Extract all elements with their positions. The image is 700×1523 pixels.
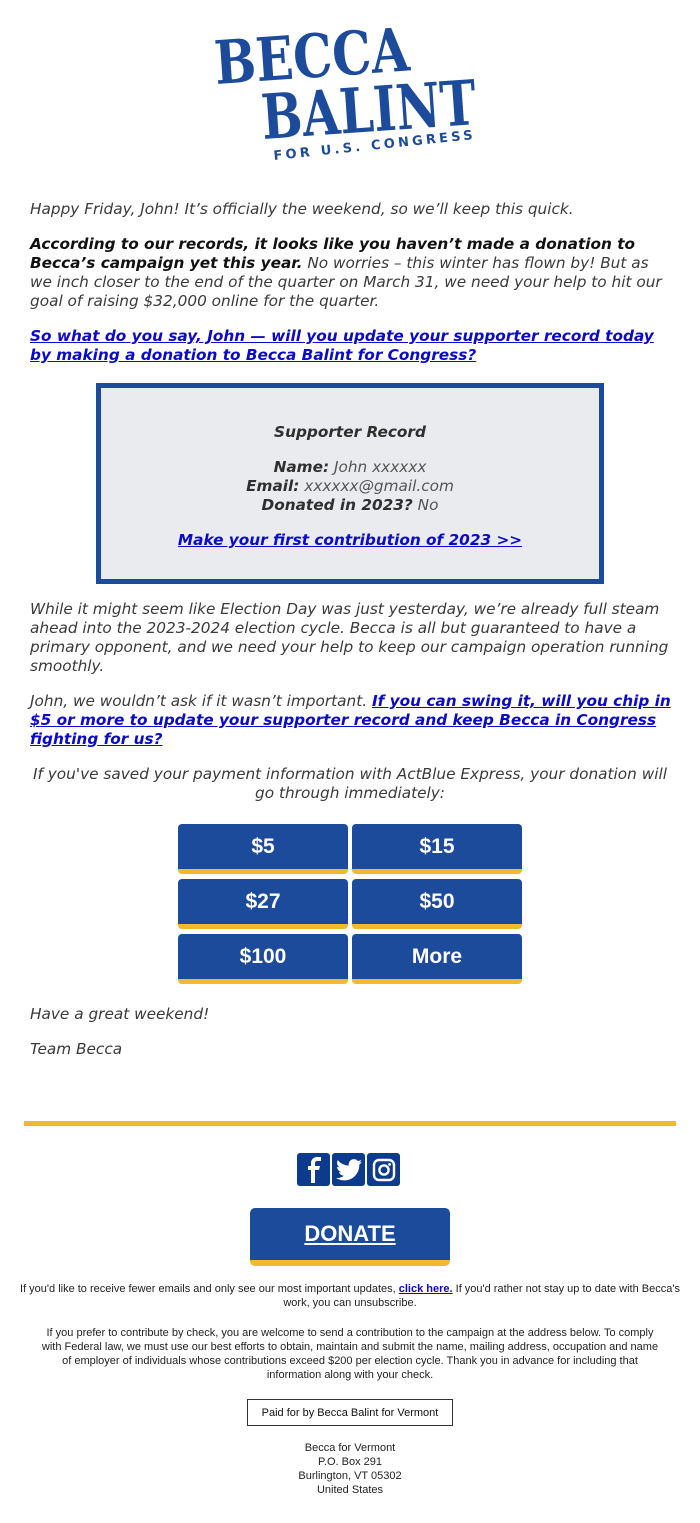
mailing-address: Becca for Vermont P.O. Box 291 Burlingto… bbox=[200, 1441, 500, 1497]
twitter-icon[interactable] bbox=[332, 1153, 365, 1186]
address-line: United States bbox=[316, 1484, 384, 1496]
instagram-icon[interactable] bbox=[367, 1153, 400, 1186]
amount-button-27[interactable]: $27 bbox=[178, 879, 348, 929]
record-name-value: John xxxxxx bbox=[329, 458, 427, 476]
email-body-main: While it might seem like Election Day wa… bbox=[30, 600, 675, 765]
record-title: Supporter Record bbox=[274, 423, 426, 441]
donation-amount-grid: $5 $15 $27 $50 $100 More bbox=[178, 824, 522, 984]
paid-for-disclaimer: Paid for by Becca Balint for Vermont bbox=[247, 1399, 453, 1426]
address-line: Burlington, VT 05302 bbox=[298, 1470, 402, 1482]
email-body-intro: Happy Friday, John! It’s officially the … bbox=[30, 200, 670, 381]
amount-button-50[interactable]: $50 bbox=[352, 879, 522, 929]
signoff: Have a great weekend! Team Becca bbox=[30, 1005, 209, 1059]
address-line: Becca for Vermont bbox=[304, 1442, 396, 1454]
address-line: P.O. Box 291 bbox=[317, 1456, 382, 1468]
actblue-express-note: If you've saved your payment information… bbox=[33, 765, 667, 802]
record-email-value: xxxxxx@gmail.com bbox=[299, 477, 454, 495]
amount-button-15[interactable]: $15 bbox=[352, 824, 522, 874]
record-details: Name: John xxxxxx Email: xxxxxx@gmail.co… bbox=[101, 458, 599, 515]
fewer-emails-pre: If you'd like to receive fewer emails an… bbox=[20, 1283, 399, 1295]
facebook-icon[interactable] bbox=[297, 1153, 330, 1186]
cta-donate-link[interactable]: So what do you say, John — will you upda… bbox=[30, 327, 654, 364]
election-paragraph: While it might seem like Election Day wa… bbox=[30, 600, 669, 675]
check-contribution-note: If you prefer to contribute by check, yo… bbox=[41, 1327, 659, 1381]
amount-button-5[interactable]: $5 bbox=[178, 824, 348, 874]
supporter-record-box: Supporter Record Name: John xxxxxx Email… bbox=[96, 383, 604, 584]
fewer-emails-note: If you'd like to receive fewer emails an… bbox=[20, 1282, 680, 1310]
donate-button[interactable]: DONATE bbox=[250, 1208, 450, 1266]
record-name-label: Name: bbox=[273, 458, 330, 476]
becca-balint-logo: BECCA BALINT FOR U.S. CONGRESS bbox=[208, 14, 492, 166]
record-email-label: Email: bbox=[246, 477, 300, 495]
cta-paragraph: So what do you say, John — will you upda… bbox=[30, 327, 670, 365]
footer-divider bbox=[24, 1121, 676, 1126]
record-donated-row: Donated in 2023? No bbox=[101, 496, 599, 515]
record-email-row: Email: xxxxxx@gmail.com bbox=[101, 477, 599, 496]
record-name-row: Name: John xxxxxx bbox=[101, 458, 599, 477]
records-paragraph: According to our records, it looks like … bbox=[30, 235, 670, 311]
record-donated-label: Donated in 2023? bbox=[261, 496, 413, 514]
amount-button-more[interactable]: More bbox=[352, 934, 522, 984]
ask-intro: John, we wouldn’t ask if it wasn’t impor… bbox=[30, 692, 372, 710]
record-donated-value: No bbox=[412, 496, 439, 514]
greeting: Happy Friday, John! It’s officially the … bbox=[30, 200, 574, 218]
click-here-link[interactable]: click here. bbox=[399, 1283, 453, 1295]
signoff-line1: Have a great weekend! bbox=[30, 1005, 210, 1023]
social-links bbox=[297, 1153, 400, 1186]
first-contribution-link[interactable]: Make your first contribution of 2023 >> bbox=[178, 531, 522, 550]
signoff-line2: Team Becca bbox=[30, 1040, 123, 1058]
amount-button-100[interactable]: $100 bbox=[178, 934, 348, 984]
ask-paragraph: John, we wouldn’t ask if it wasn’t impor… bbox=[30, 692, 675, 749]
